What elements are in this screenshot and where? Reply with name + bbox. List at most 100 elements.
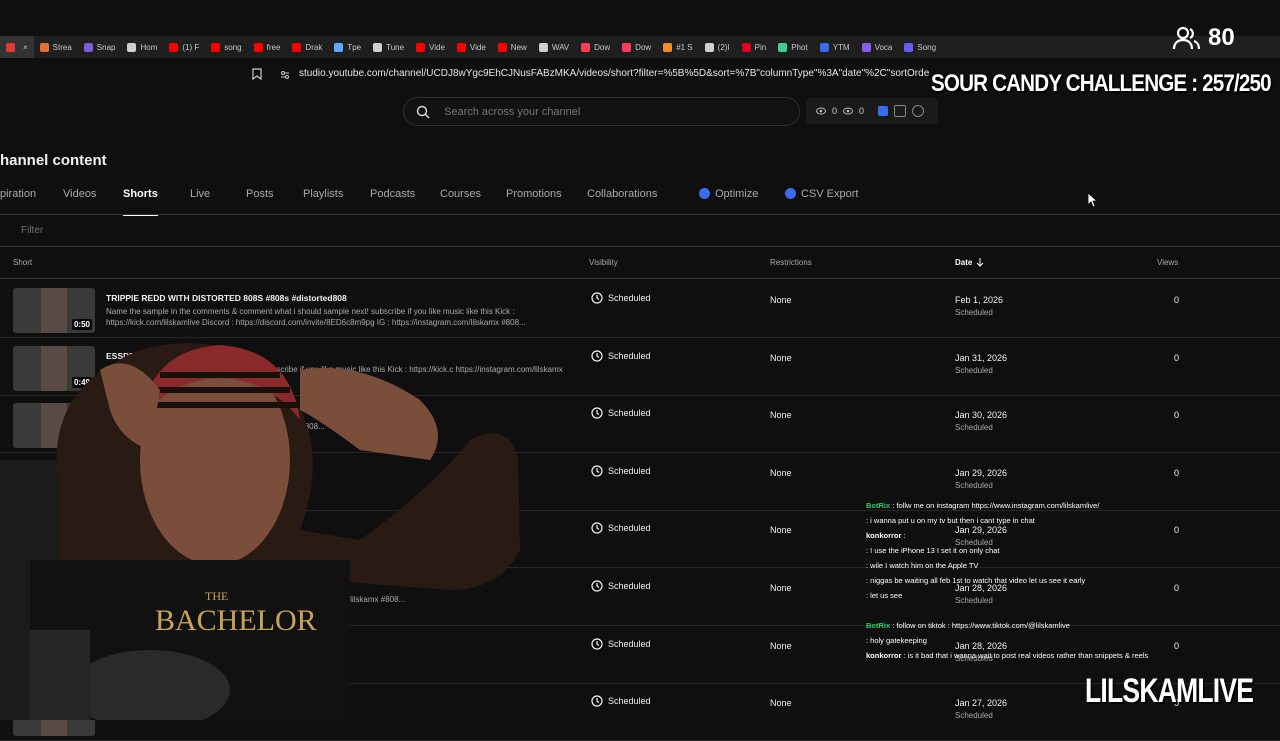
tab-videos[interactable]: Videos [63,188,96,214]
tab-playlists[interactable]: Playlists [303,188,343,214]
page-title: hannel content [0,152,107,169]
column-header-date[interactable]: Date [955,258,984,267]
browser-tab[interactable]: Tpe [328,36,367,58]
tab-favicon-icon [778,42,788,52]
column-header-short[interactable]: Short [13,258,32,267]
browser-tab[interactable]: Vide [451,36,492,58]
browser-tab[interactable]: WAV [533,36,575,58]
browser-tab[interactable]: Vide [410,36,451,58]
tab-podcasts[interactable]: Podcasts [370,188,415,214]
url-field[interactable]: studio.youtube.com/channel/UCDJ8wYgc9EhC… [299,68,929,79]
search-icon [416,105,430,118]
visibility-cell[interactable]: Scheduled [591,349,651,362]
visibility-cell[interactable]: Scheduled [591,292,651,304]
browser-tab[interactable]: Snap [78,36,122,58]
chat-text: : follow on tiktok : https://www.tiktok.… [890,621,1070,630]
chat-message: konkorror : is it bad that i wanna wait … [866,648,1166,663]
browser-tab[interactable]: Voca [856,36,899,58]
views-cell: 0 [1174,410,1180,421]
filter-input[interactable]: Filter [21,225,43,236]
tab-favicon-icon [416,42,426,52]
restrictions-cell: None [770,410,792,421]
browser-tab[interactable]: (1) F [163,36,205,58]
clock-icon [591,349,603,362]
restrictions-cell: None [770,525,792,536]
video-title[interactable]: TRIPPIE REDD WITH DISTORTED 808S #808s #… [106,293,576,303]
trophy-icon[interactable] [912,105,925,117]
search-input[interactable] [442,104,766,119]
tab-promotions[interactable]: Promotions [506,188,562,214]
views-cell: 0 [1174,583,1180,593]
column-header-views[interactable]: Views [1157,258,1178,267]
visibility-cell[interactable]: Scheduled [591,580,651,592]
counters-panel: 0 0 [806,98,938,124]
browser-tab[interactable]: Tune [367,36,410,58]
views-cell: 0 [1174,640,1180,651]
tab-shorts[interactable]: Shorts [123,188,158,216]
column-header-date-label: Date [955,258,973,267]
tab-live[interactable]: Live [190,188,210,214]
chat-text: : [901,531,906,540]
visibility-label: Scheduled [608,638,651,649]
bookmark-icon[interactable] [252,68,262,80]
browser-tab[interactable]: Hom [121,36,163,58]
tab-optimize[interactable]: Optimize [699,188,758,214]
visibility-cell[interactable]: Scheduled [591,637,651,650]
browser-tab[interactable]: Dow [575,36,616,58]
date-cell: Feb 1, 2026 [955,295,1004,305]
browser-tab[interactable]: New [492,36,533,58]
close-tab-icon[interactable]: × [23,43,28,52]
tab-label: Collaborations [587,188,658,200]
browser-tab[interactable]: Pin [736,36,773,58]
extension-icon[interactable] [878,106,889,116]
browser-tab[interactable]: Dow [616,36,657,58]
visibility-cell[interactable]: Scheduled [591,522,651,534]
visibility-cell[interactable]: Scheduled [591,407,651,419]
tab-csv-export[interactable]: CSV Export [785,188,858,214]
browser-tab[interactable]: Strea [34,36,78,58]
tab-favicon-icon [904,42,914,52]
content-tabs: piration Videos Shorts Live Posts Playlists Po… [0,188,900,216]
browser-tab[interactable]: YTM [814,36,856,58]
chat-text: : holy gatekeeping [866,636,927,645]
tab-label: Optimize [715,188,759,200]
site-info-icon[interactable] [280,70,290,80]
browser-tab[interactable]: Phot [772,36,813,58]
chat-message: : i wanna put u on my tv but then i cant… [866,513,1166,528]
video-description: Name the sample in the comments & commen… [106,307,526,327]
tab-piration[interactable]: piration [0,188,36,214]
chat-username: BotRix [866,621,891,630]
channel-search[interactable] [403,97,800,126]
column-header-visibility[interactable]: Visibility [589,258,618,267]
column-header-restrictions[interactable]: Restrictions [770,258,812,267]
visibility-cell[interactable]: Scheduled [591,465,651,477]
browser-tab[interactable]: free [248,36,287,58]
restrictions-cell: None [770,640,792,651]
browser-tab[interactable]: Drak [286,36,328,58]
tab-label: Strea [52,42,72,52]
tab-collaborations[interactable]: Collaborations [587,188,657,214]
chat-message: : let us see [866,588,1166,603]
list-icon[interactable] [894,105,907,117]
tab-courses[interactable]: Courses [440,188,481,214]
date-status: Scheduled [955,711,993,721]
tab-label: WAV [551,42,570,52]
browser-tab[interactable]: song [205,36,247,58]
chat-overlay: BotRix : follw me on instagram https://w… [866,498,1166,663]
browser-tab[interactable]: Song [898,36,942,58]
views-cell: 0 [1174,467,1180,478]
browser-tab[interactable]: (2)I [699,36,736,58]
tab-label: Voca [874,42,893,52]
tab-label: Phot [791,42,808,52]
video-thumbnail[interactable]: 0:50 [13,288,95,333]
tab-label: YTM [832,42,850,52]
tab-posts[interactable]: Posts [246,188,274,214]
browser-tab[interactable]: × [0,36,34,58]
clock-icon [591,465,603,477]
browser-tab[interactable]: #1 S [657,36,698,58]
chat-message: konkorror : [866,528,1166,543]
visibility-cell[interactable]: Scheduled [591,695,651,707]
tab-label: Song [917,42,937,52]
tab-favicon-icon [39,42,49,52]
chat-text: : niggas be waiting all feb 1st to watch… [866,576,1086,585]
